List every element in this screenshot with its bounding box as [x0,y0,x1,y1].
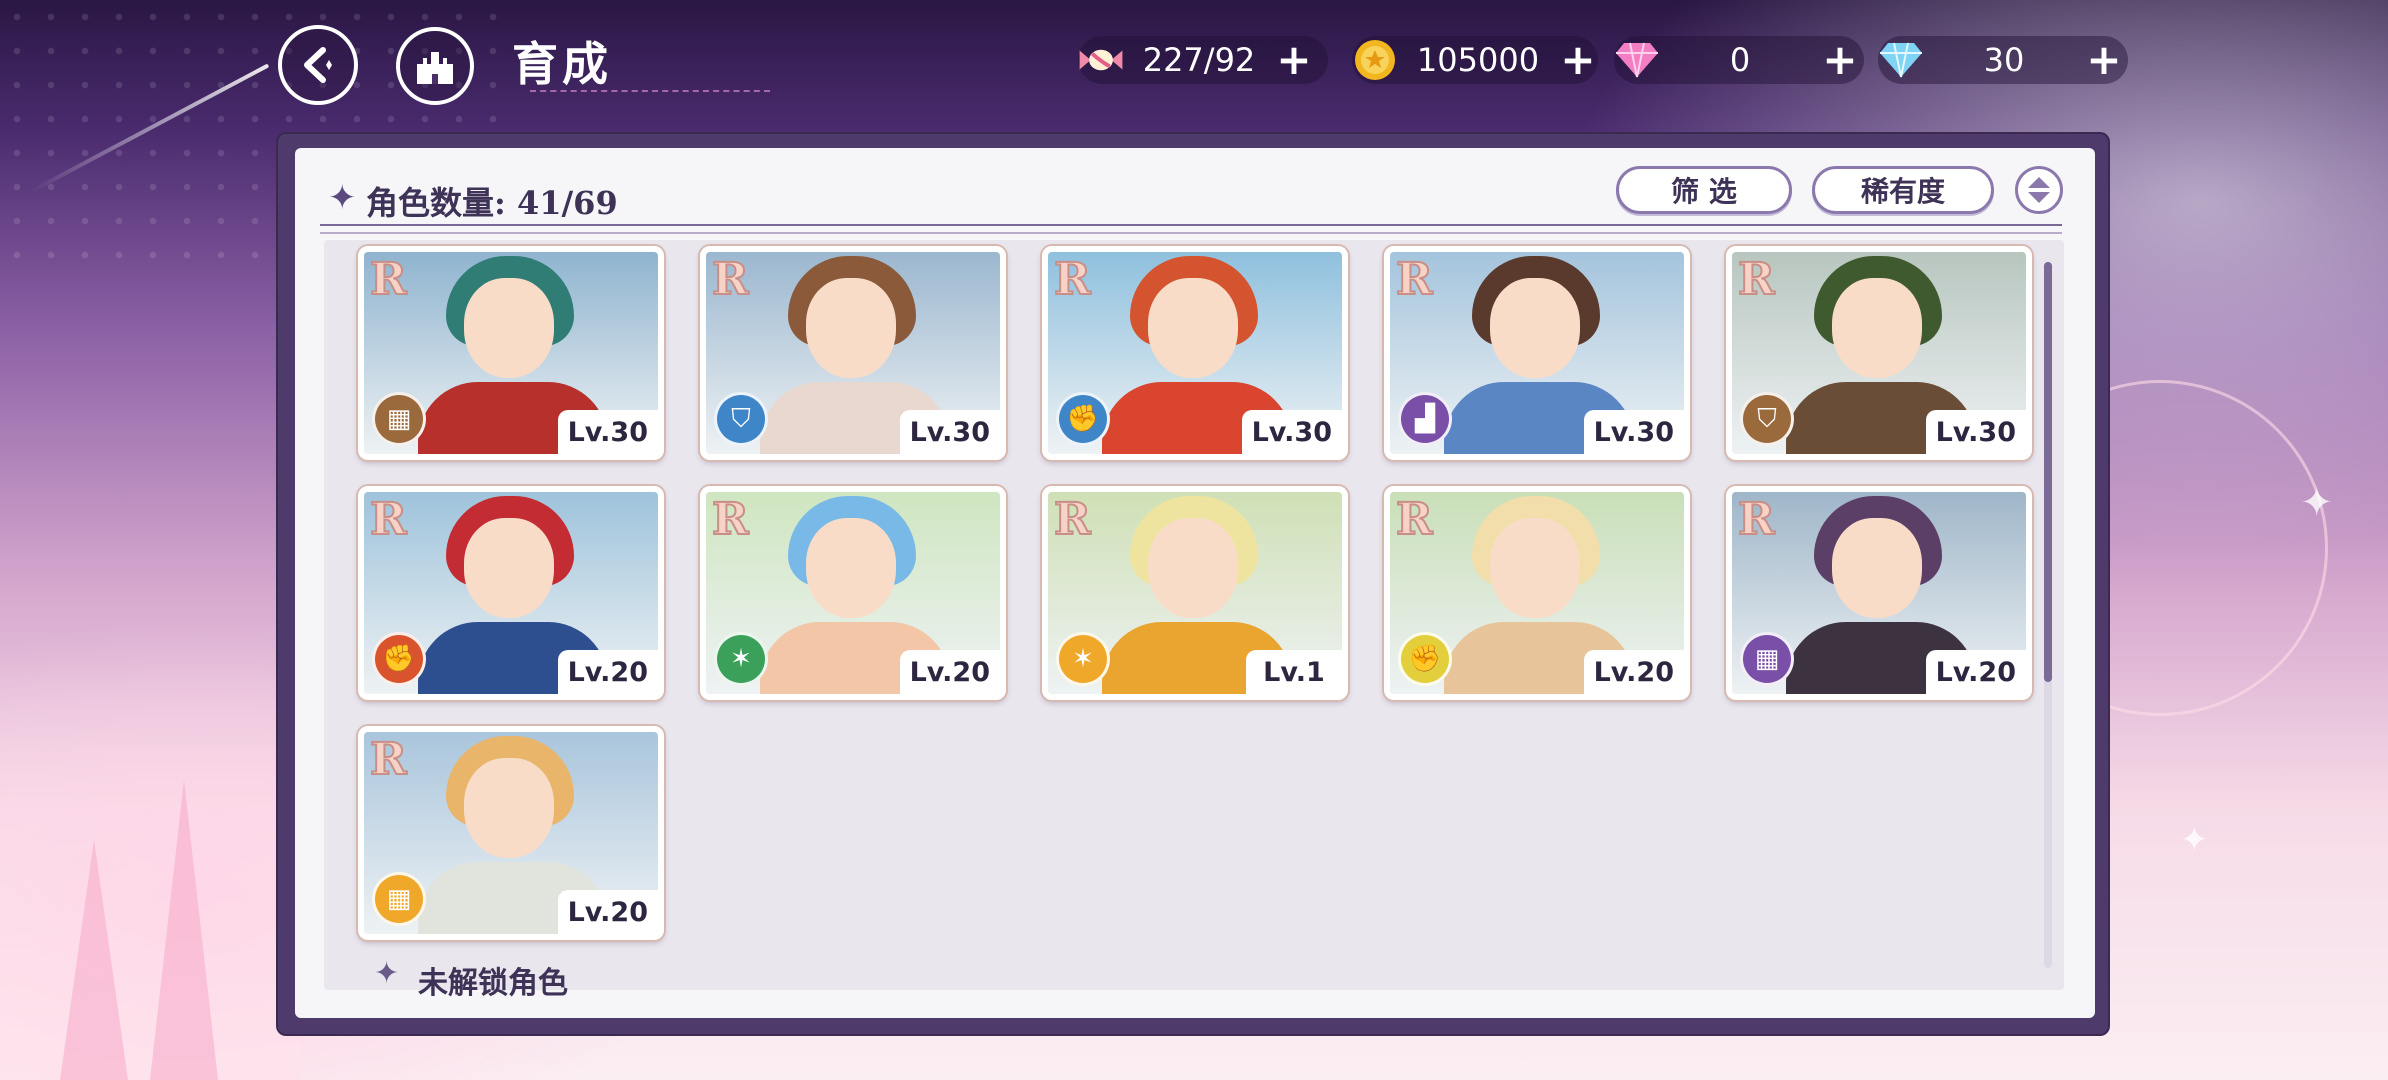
character-count-label: 角色数量: 41/69 [366,184,618,222]
character-card[interactable]: R ▦ Lv.20 [1726,486,2032,700]
back-button[interactable] [278,25,358,105]
character-card[interactable]: R ✊ Lv.20 [358,486,664,700]
sort-order-button[interactable] [2015,166,2063,214]
sort-up-down-icon [2028,177,2050,203]
level-label: Lv.30 [557,410,658,454]
character-card[interactable]: R ✊ Lv.30 [1042,246,1348,460]
shield-icon: ⛉ [714,392,768,446]
add-gold-button[interactable]: + [1558,39,1598,81]
sparkle-icon: ✦ [2180,820,2209,860]
rarity-sort-button[interactable]: 稀有度 [1812,166,1994,214]
level-label: Lv.20 [899,650,1000,694]
add-blue-gem-button[interactable]: + [2084,39,2124,81]
castle-decoration [0,660,300,1080]
character-card[interactable]: R ✶ Lv.20 [700,486,1006,700]
level-label: Lv.20 [1925,650,2026,694]
wand-icon: ✶ [714,632,768,686]
level-label: Lv.20 [557,650,658,694]
character-card[interactable]: R ⛉ Lv.30 [1726,246,2032,460]
locked-characters-label: 未解锁角色 [418,966,568,1001]
level-label: Lv.30 [899,410,1000,454]
rarity-badge: R [369,733,408,786]
back-icon [304,47,332,83]
pink-gem-value: 0 [1729,41,1751,79]
blue-gem-value: 30 [1983,41,2025,79]
blue-diamond-icon [1878,37,1924,83]
scrollbar-thumb[interactable] [2044,262,2052,682]
rarity-badge: R [711,253,750,306]
rarity-badge: R [1395,253,1434,306]
level-label: Lv.30 [1583,410,1684,454]
rarity-badge: R [1395,493,1434,546]
level-label: Lv.20 [557,890,658,934]
card-icon: ▦ [372,392,426,446]
character-card[interactable]: R ▦ Lv.20 [358,726,664,940]
resource-gem-pink: 0 + [1614,36,1864,84]
castle-icon [417,52,453,84]
rarity-badge: R [369,493,408,546]
star-icon: ✦ [328,178,357,218]
boot-icon: ▟ [1398,392,1452,446]
add-stamina-button[interactable]: + [1274,39,1314,81]
resource-gold: 105000 + [1352,36,1598,84]
header-divider [320,224,2062,234]
home-button[interactable] [396,27,474,105]
resource-stamina: 227/92 + [1078,36,1328,84]
rarity-badge: R [1737,493,1776,546]
title-decoration [530,68,770,92]
level-label: Lv.20 [1583,650,1684,694]
pink-diamond-icon [1614,37,1660,83]
sparkle-icon: ✦ [2300,480,2334,526]
character-card[interactable]: R ⛉ Lv.30 [700,246,1006,460]
scrollbar[interactable] [2044,262,2052,968]
card-icon: ▦ [1740,632,1794,686]
add-pink-gem-button[interactable]: + [1820,39,1860,81]
star-icon: ✦ [374,956,400,991]
gold-value: 105000 [1416,41,1540,79]
coin-icon [1352,37,1398,83]
rarity-badge: R [711,493,750,546]
card-icon: ▦ [372,872,426,926]
wand-icon: ✶ [1056,632,1110,686]
shield-icon: ⛉ [1740,392,1794,446]
resource-gem-blue: 30 + [1878,36,2128,84]
filter-button[interactable]: 筛 选 [1616,166,1792,214]
character-card[interactable]: R ▦ Lv.30 [358,246,664,460]
level-label: Lv.30 [1925,410,2026,454]
stamina-value: 227/92 [1142,41,1256,79]
rarity-badge: R [1053,253,1092,306]
character-card[interactable]: R ✶ Lv.1 [1042,486,1348,700]
rarity-badge: R [1053,493,1092,546]
fist-icon: ✊ [372,632,426,686]
rarity-badge: R [369,253,408,306]
level-label: Lv.30 [1241,410,1342,454]
level-label: Lv.1 [1246,650,1342,694]
fist-icon: ✊ [1398,632,1452,686]
character-card[interactable]: R ▟ Lv.30 [1384,246,1690,460]
fist-icon: ✊ [1056,392,1110,446]
rarity-badge: R [1737,253,1776,306]
candy-icon [1078,37,1124,83]
character-card[interactable]: R ✊ Lv.20 [1384,486,1690,700]
top-bar: 育成 227/92 + 105000 + 0 + 30 + [0,0,2388,125]
